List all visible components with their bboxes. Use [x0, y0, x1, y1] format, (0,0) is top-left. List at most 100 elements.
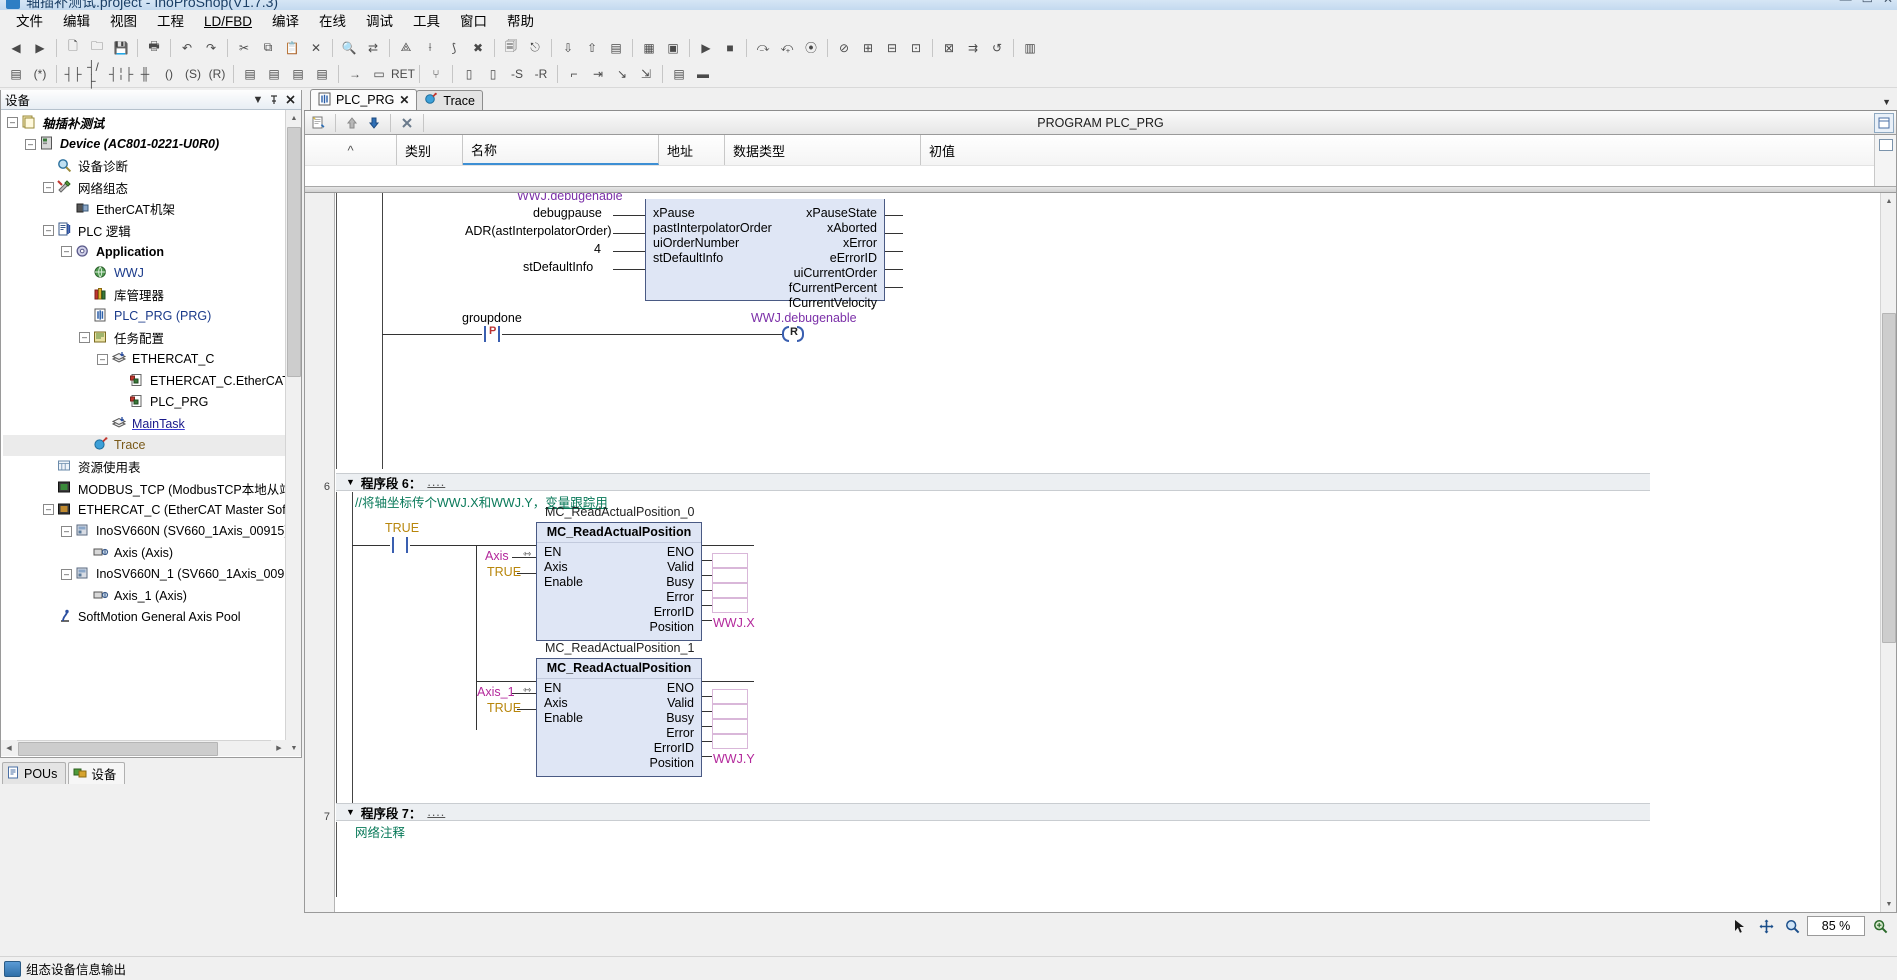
contact-below-icon[interactable]: ╫	[134, 63, 156, 85]
replace-icon[interactable]: ⇄	[362, 37, 384, 59]
delete-row-icon[interactable]	[397, 113, 417, 133]
save-icon[interactable]: 💾	[110, 37, 132, 59]
view-ld-icon[interactable]: ▤	[668, 63, 690, 85]
coil-reset-icon[interactable]: (R)	[206, 63, 228, 85]
insert-after-icon[interactable]: ⇥	[587, 63, 609, 85]
contact-true[interactable]	[390, 537, 410, 553]
tree-toggle-icon[interactable]: –	[43, 181, 54, 193]
tree-toggle-icon[interactable]: –	[7, 117, 18, 129]
reset-output-icon[interactable]: -R	[530, 63, 552, 85]
menu-tools[interactable]: 工具	[403, 11, 450, 33]
minimize-button[interactable]: —	[1840, 0, 1852, 6]
move-down-icon[interactable]	[364, 113, 384, 133]
step-over-icon[interactable]: ⤼	[752, 37, 774, 59]
menu-view[interactable]: 视图	[100, 11, 147, 33]
scroll-down-arrow[interactable]: ▼	[286, 740, 301, 756]
tree-item-ethercat[interactable]: EtherCAT机架	[3, 198, 301, 220]
declaration-col-expander[interactable]: ^	[305, 135, 397, 165]
fb-instance-name-1[interactable]: MC_ReadActualPosition_1	[545, 641, 694, 655]
chevron-down-icon[interactable]: ▼	[251, 93, 265, 107]
label-icon[interactable]: ▭	[368, 63, 390, 85]
fb1-output-label-wwjy[interactable]: WWJ.Y	[713, 752, 755, 766]
insert-block-input-icon[interactable]: ▤	[263, 63, 285, 85]
insert-branch-icon[interactable]: ↘	[611, 63, 633, 85]
watch-icon[interactable]: ⊞	[857, 37, 879, 59]
input-label-wwj-debugenable[interactable]: WWJ.debugenable	[517, 193, 623, 203]
tree-item-softmotion-general-axis-pool[interactable]: SoftMotion General Axis Pool	[3, 607, 301, 629]
negate-icon[interactable]: ▯	[482, 63, 504, 85]
coil-reset-wwj-debugenable[interactable]: R	[782, 326, 804, 342]
declaration-splitter[interactable]	[305, 186, 1896, 192]
editor-tab-trace[interactable]: Trace	[416, 90, 483, 110]
editor-scroll-up-arrow[interactable]: ▲	[1881, 193, 1896, 209]
device-icon[interactable]: ▣	[662, 37, 684, 59]
fbd-canvas[interactable]: 6 7 WWJ.debugenable debugpause ADR(astIn…	[304, 193, 1897, 913]
source-download-icon[interactable]: ⇧	[581, 37, 603, 59]
paste-icon[interactable]: 📋	[281, 37, 303, 59]
input-label-adr-astinterpolatororder[interactable]: ADR(astInterpolatorOrder)	[465, 224, 612, 238]
download-icon[interactable]: ⇩	[557, 37, 579, 59]
edge-icon[interactable]: ⌐	[563, 63, 585, 85]
clean-icon[interactable]: ✖	[467, 37, 489, 59]
device-tree-hscroll-thumb[interactable]	[18, 742, 218, 756]
force-icon[interactable]: ⊟	[881, 37, 903, 59]
fb0-error-outbox[interactable]	[712, 583, 748, 598]
reset-icon[interactable]: ↺	[986, 37, 1008, 59]
fb1-input-label-axis1[interactable]: Axis_1	[477, 685, 515, 699]
compile-icon[interactable]: ⟁	[395, 37, 417, 59]
device-tree-vscroll-thumb[interactable]	[287, 127, 301, 377]
login-icon[interactable]: 🗐	[500, 37, 522, 59]
insert-block-branch-icon[interactable]: ▤	[311, 63, 333, 85]
expand-declaration-button[interactable]	[1874, 113, 1894, 133]
network-7-body[interactable]: 网络注释	[336, 822, 1650, 897]
tree-toggle-icon[interactable]: –	[25, 138, 36, 150]
find-icon[interactable]: 🔍	[338, 37, 360, 59]
zoom-fit-icon[interactable]	[1869, 915, 1891, 937]
pointer-tool-icon[interactable]	[1729, 915, 1751, 937]
network-5-function-block[interactable]: xPause xPauseState pastInterpolatorOrder…	[645, 199, 885, 310]
open-project-icon[interactable]: 🗀	[86, 37, 108, 59]
collapse-triangle-icon[interactable]: ▼	[346, 477, 355, 487]
tree-toggle-icon[interactable]: –	[61, 246, 72, 258]
contact-negated-icon[interactable]: ┤/├	[86, 60, 108, 88]
auto-declare-icon[interactable]	[309, 113, 329, 133]
tab-pous[interactable]: POUs	[2, 762, 67, 784]
contact-label-true[interactable]: TRUE	[385, 521, 419, 535]
contact-icon[interactable]: ┤├	[62, 63, 84, 85]
zoom-tool-icon[interactable]	[1781, 915, 1803, 937]
tree-toggle-icon[interactable]: –	[79, 332, 90, 344]
tree-toggle-icon[interactable]: –	[61, 568, 72, 580]
fb1-busy-outbox[interactable]	[712, 704, 748, 719]
declaration-col-scope[interactable]: 类别	[397, 135, 463, 165]
close-icon[interactable]	[283, 93, 297, 107]
build-icon[interactable]: ⟊	[419, 37, 441, 59]
back-icon[interactable]: ◀	[5, 37, 27, 59]
menu-project[interactable]: 工程	[147, 11, 194, 33]
tree-item-device-ac801-0221-u0r0[interactable]: – Device (AC801-0221-U0R0)	[3, 134, 301, 156]
tree-item-plc[interactable]: – PLC 逻辑	[3, 220, 301, 242]
print-icon[interactable]: 🖶	[143, 37, 165, 59]
menu-compile[interactable]: 编译	[262, 11, 309, 33]
fb-instance-name-0[interactable]: MC_ReadActualPosition_0	[545, 505, 694, 519]
set-output-icon[interactable]: -S	[506, 63, 528, 85]
tab-overflow-icon[interactable]: ▼	[1882, 97, 1891, 107]
fb0-input-label-axis[interactable]: Axis	[485, 549, 509, 563]
editor-scroll-down-arrow[interactable]: ▼	[1881, 896, 1896, 912]
cut-icon[interactable]: ✂	[233, 37, 255, 59]
input-label-stdefaultinfo[interactable]: stDefaultInfo	[523, 260, 593, 274]
new-project-icon[interactable]: 🗋	[62, 37, 84, 59]
pan-tool-icon[interactable]	[1755, 915, 1777, 937]
network-6-comment-placeholder[interactable]: ....	[427, 475, 445, 489]
maximize-button[interactable]: ▭	[1862, 0, 1873, 6]
input-label-debugpause[interactable]: debugpause	[533, 206, 602, 220]
scroll-left-arrow[interactable]: ◀	[1, 740, 17, 756]
ld-network-icon[interactable]: ▤	[5, 63, 27, 85]
function-block-0[interactable]: MC_ReadActualPosition EN ENO Axis Valid …	[536, 522, 702, 641]
tree-item-ethercat_c.ethercat_ta[interactable]: ETHERCAT_C.EtherCAT_Ta	[3, 370, 301, 392]
forward-icon[interactable]: ▶	[29, 37, 51, 59]
declaration-col-initial[interactable]: 初值	[921, 135, 1896, 165]
tree-item-inosv660n_1-sv660_1axis_00915[interactable]: – InoSV660N_1 (SV660_1Axis_00915)	[3, 564, 301, 586]
network-7-comment-placeholder[interactable]: ....	[427, 805, 445, 819]
collapse-triangle-icon-7[interactable]: ▼	[346, 807, 355, 817]
return-icon[interactable]: RET	[391, 63, 415, 85]
